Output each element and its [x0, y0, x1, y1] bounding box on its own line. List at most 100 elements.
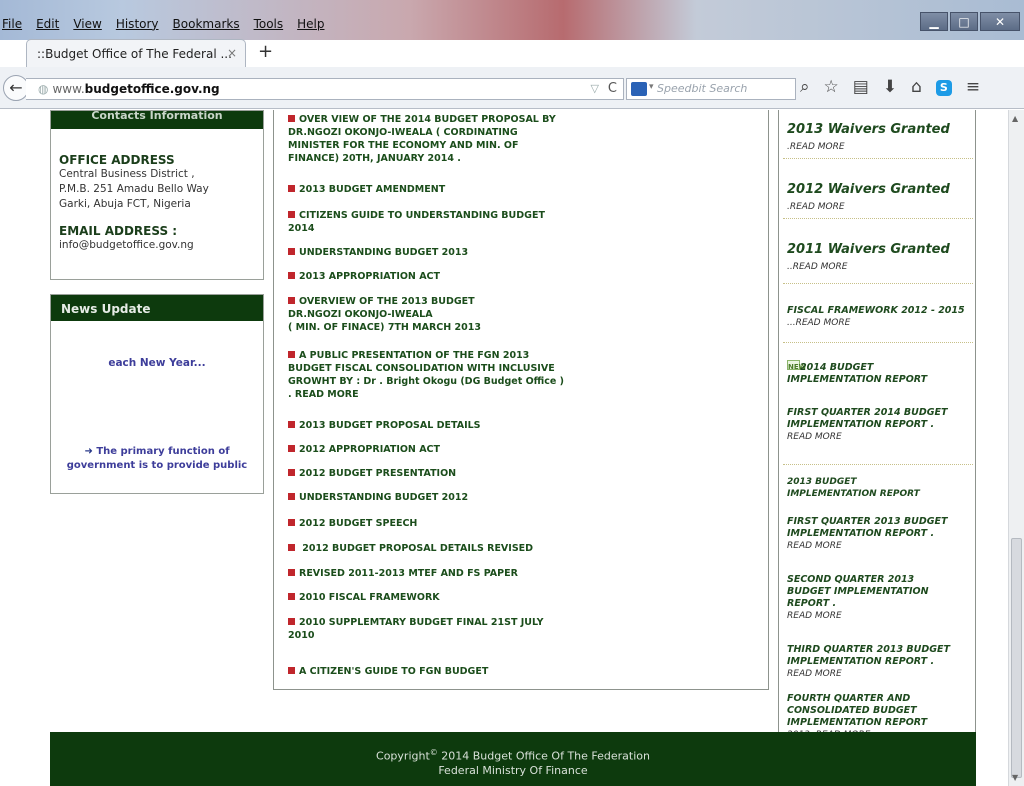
- budget-link[interactable]: A PUBLIC PRESENTATION OF THE FGN 2013 BUD…: [288, 349, 598, 401]
- budget-link-text: FINANCE) 20TH, JANUARY 2014 .: [288, 153, 461, 164]
- downloads-icon[interactable]: ⬇: [883, 77, 897, 97]
- budget-link[interactable]: A CITIZEN'S GUIDE TO FGN BUDGET: [288, 665, 598, 678]
- reload-icon[interactable]: C: [608, 81, 617, 96]
- menu-edit[interactable]: Edit: [36, 17, 59, 35]
- budget-link-text: ( MIN. OF FINACE) 7TH MARCH 2013: [288, 322, 481, 333]
- budget-link-text: 2013 BUDGET PROPOSAL DETAILS: [299, 420, 481, 431]
- report-link[interactable]: FIRST QUARTER 2014 BUDGET IMPLEMENTATION…: [787, 407, 973, 443]
- budget-link[interactable]: UNDERSTANDING BUDGET 2012: [288, 491, 598, 504]
- red-square-bullet-icon: [288, 272, 295, 279]
- scrollbar-thumb[interactable]: [1011, 538, 1022, 778]
- window-controls: ▁ □ ✕: [920, 12, 1020, 31]
- budget-link[interactable]: 2012 BUDGET PROPOSAL DETAILS REVISED: [288, 542, 598, 555]
- menu-file[interactable]: File: [2, 17, 22, 35]
- report-link[interactable]: 2012 Waivers Granted .READ MORE: [787, 182, 973, 215]
- budget-link-text: A CITIZEN'S GUIDE TO FGN BUDGET: [299, 666, 489, 677]
- red-square-bullet-icon: [288, 519, 295, 526]
- budget-link[interactable]: 2012 BUDGET PRESENTATION: [288, 467, 598, 480]
- budget-link[interactable]: 2012 APPROPRIATION ACT: [288, 443, 598, 456]
- budget-link-text: MINISTER FOR THE ECONOMY AND MIN. OF: [288, 140, 519, 151]
- home-icon[interactable]: ⌂: [911, 77, 922, 97]
- budget-link[interactable]: REVISED 2011-2013 MTEF AND FS PAPER: [288, 567, 598, 580]
- scroll-down-icon[interactable]: ▼: [1012, 773, 1018, 782]
- page-viewport: Contacts Information OFFICE ADDRESS Cent…: [0, 110, 1008, 786]
- read-more-link[interactable]: ...READ MORE: [787, 318, 850, 328]
- search-input[interactable]: ▾ Speedbit Search: [626, 78, 796, 100]
- budget-link[interactable]: OVER VIEW OF THE 2014 BUDGET PROPOSAL BY…: [288, 113, 598, 165]
- vertical-scrollbar[interactable]: ▲ ▼: [1008, 110, 1024, 786]
- read-more-link[interactable]: READ MORE: [787, 669, 842, 679]
- search-icon[interactable]: ⌕: [800, 77, 810, 97]
- report-link[interactable]: THIRD QUARTER 2013 BUDGET IMPLEMENTATION…: [787, 644, 973, 680]
- red-square-bullet-icon: [288, 493, 295, 500]
- contacts-panel: Contacts Information OFFICE ADDRESS Cent…: [50, 110, 264, 280]
- bookmark-star-icon[interactable]: ☆: [824, 77, 839, 97]
- report-title: FISCAL FRAMEWORK 2012 - 2015: [787, 305, 965, 316]
- news-update-panel: News Update each New Year... ➜ The prima…: [50, 294, 264, 494]
- arrow-right-icon: ➜: [84, 446, 97, 457]
- maximize-button[interactable]: □: [950, 12, 978, 31]
- office-address-label: OFFICE ADDRESS: [59, 153, 175, 167]
- read-more-link[interactable]: READ MORE: [787, 432, 842, 442]
- report-title: FIRST QUARTER 2013 BUDGET IMPLEMENTATION…: [787, 516, 948, 539]
- scroll-up-icon[interactable]: ▲: [1012, 114, 1018, 123]
- read-more-link[interactable]: READ MORE: [787, 541, 842, 551]
- search-engine-icon[interactable]: [631, 82, 647, 96]
- budget-link-text: DR.NGOZI OKONJO-IWEALA ( CORDINATING: [288, 127, 518, 138]
- office-line-2: P.M.B. 251 Amadu Bello Way: [59, 183, 209, 195]
- news-item-1[interactable]: each New Year...: [51, 357, 263, 369]
- report-link[interactable]: 2013 Waivers Granted .READ MORE: [787, 122, 973, 155]
- report-link[interactable]: SECOND QUARTER 2013 BUDGET IMPLEMENTATIO…: [787, 574, 957, 622]
- bookmarks-list-icon[interactable]: ▤: [853, 77, 869, 97]
- tab-close-icon[interactable]: ×: [227, 46, 237, 60]
- right-reports-panel: 2013 Waivers Granted .READ MORE 2012 Waive…: [778, 110, 976, 740]
- tab-title: ::Budget Office of The Federal ...: [37, 47, 232, 61]
- budget-link[interactable]: 2010 SUPPLEMTARY BUDGET FINAL 21ST JULY 2…: [288, 616, 598, 642]
- menu-tools[interactable]: Tools: [254, 17, 284, 35]
- tab-budget-office[interactable]: ::Budget Office of The Federal ... ×: [26, 39, 246, 67]
- report-title: 2013 Waivers Granted: [787, 122, 950, 137]
- read-more-link[interactable]: ..READ MORE: [787, 262, 847, 272]
- read-more-link[interactable]: .READ MORE: [787, 142, 845, 152]
- budget-link[interactable]: UNDERSTANDING BUDGET 2013: [288, 246, 598, 259]
- budget-link[interactable]: CITIZENS GUIDE TO UNDERSTANDING BUDGET 20…: [288, 209, 598, 235]
- budget-link-text: 2012 BUDGET PRESENTATION: [299, 468, 457, 479]
- minimize-button[interactable]: ▁: [920, 12, 948, 31]
- report-link[interactable]: 2013 BUDGET IMPLEMENTATION REPORT: [787, 476, 947, 500]
- red-square-bullet-icon: [288, 248, 295, 255]
- red-square-bullet-icon: [288, 185, 295, 192]
- news-item-2[interactable]: ➜ The primary function of government is …: [51, 445, 263, 473]
- budget-link-text: . READ MORE: [288, 389, 359, 400]
- menu-bar: File Edit View History Bookmarks Tools H…: [0, 17, 325, 35]
- menu-view[interactable]: View: [73, 17, 101, 35]
- close-window-button[interactable]: ✕: [980, 12, 1020, 31]
- budget-link[interactable]: 2013 BUDGET AMENDMENT: [288, 183, 598, 196]
- skype-icon[interactable]: S: [935, 80, 952, 96]
- budget-link[interactable]: 2013 APPROPRIATION ACT: [288, 270, 598, 283]
- budget-link[interactable]: OVERVIEW OF THE 2013 BUDGET DR.NGOZI OKON…: [288, 295, 598, 334]
- new-tab-button[interactable]: +: [258, 41, 273, 62]
- menu-bookmarks[interactable]: Bookmarks: [173, 17, 240, 35]
- search-engine-dropdown-icon[interactable]: ▾: [649, 82, 654, 92]
- report-title: 2012 Waivers Granted: [787, 182, 950, 197]
- menu-hamburger-icon[interactable]: ≡: [966, 77, 980, 97]
- report-link[interactable]: FISCAL FRAMEWORK 2012 - 2015 ...READ MORE: [787, 305, 973, 329]
- report-title: 2013 BUDGET IMPLEMENTATION REPORT: [787, 477, 920, 499]
- report-title: FOURTH QUARTER AND CONSOLIDATED BUDGET I…: [787, 693, 928, 728]
- report-link[interactable]: FIRST QUARTER 2013 BUDGET IMPLEMENTATION…: [787, 516, 973, 552]
- budget-link[interactable]: 2010 FISCAL FRAMEWORK: [288, 591, 598, 604]
- read-more-link[interactable]: READ MORE: [787, 611, 842, 621]
- read-more-link[interactable]: .READ MORE: [787, 202, 845, 212]
- report-link[interactable]: NEW2014 BUDGET IMPLEMENTATION REPORT: [787, 360, 947, 386]
- report-link[interactable]: 2011 Waivers Granted ..READ MORE: [787, 242, 973, 275]
- budget-link[interactable]: 2013 BUDGET PROPOSAL DETAILS: [288, 419, 598, 432]
- menu-help[interactable]: Help: [297, 17, 324, 35]
- url-bar[interactable]: ◍ www.budgetoffice.gov.ng ▽ C: [26, 78, 624, 100]
- menu-history[interactable]: History: [116, 17, 159, 35]
- globe-icon: ◍: [38, 82, 49, 96]
- budget-link-text: A PUBLIC PRESENTATION OF THE FGN 2013: [299, 350, 530, 361]
- budget-link[interactable]: 2012 BUDGET SPEECH: [288, 517, 598, 530]
- red-square-bullet-icon: [288, 351, 295, 358]
- url-history-dropdown-icon[interactable]: ▽: [591, 82, 599, 95]
- red-square-bullet-icon: [288, 211, 295, 218]
